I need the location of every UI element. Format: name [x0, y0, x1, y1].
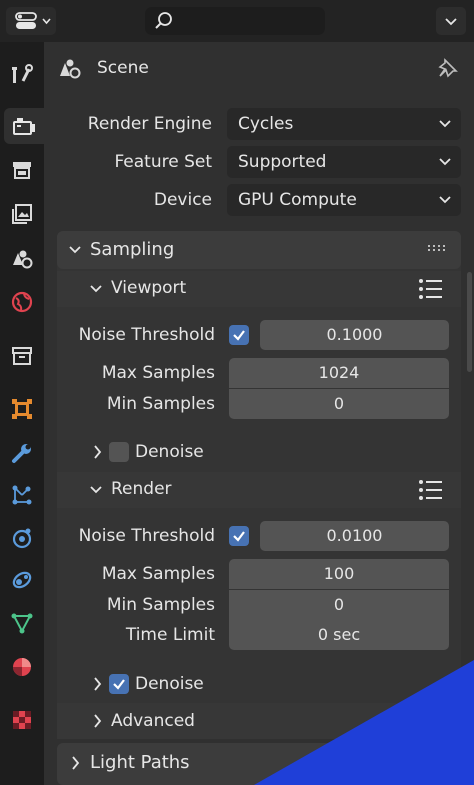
sampling-panel-header[interactable]: Sampling	[57, 231, 461, 269]
viewport-denoise-label: Denoise	[135, 442, 204, 462]
properties-tab-bar	[0, 42, 44, 785]
advanced-title: Advanced	[111, 711, 195, 731]
checkerboard-texture-icon	[13, 711, 31, 729]
render-noise-threshold-label: Noise Threshold	[78, 526, 215, 546]
chevron-right-icon	[72, 756, 80, 770]
feature-set-label: Feature Set	[114, 152, 212, 172]
chevron-right-icon[interactable]	[91, 442, 105, 462]
tab-world[interactable]	[4, 284, 40, 320]
physics-icon	[12, 528, 32, 549]
render-engine-label: Render Engine	[87, 114, 212, 134]
tab-constraints[interactable]	[4, 562, 40, 598]
device-value: GPU Compute	[238, 190, 357, 210]
output-icon	[13, 162, 31, 179]
tab-physics[interactable]	[4, 520, 40, 556]
wrench-icon	[12, 444, 31, 463]
checkmark-icon	[233, 330, 245, 341]
device-dropdown[interactable]: GPU Compute	[227, 184, 461, 216]
device-label: Device	[153, 190, 212, 210]
particles-icon	[12, 485, 32, 505]
viewport-max-samples-label: Max Samples	[101, 363, 215, 383]
tab-collection[interactable]	[4, 338, 40, 374]
viewport-denoise-checkbox[interactable]	[109, 442, 129, 462]
editor-type-icon	[15, 12, 51, 29]
chevron-right-icon	[94, 714, 102, 728]
collection-icon	[12, 347, 32, 365]
scene-icon	[13, 250, 33, 269]
render-icon	[13, 118, 35, 135]
chevron-down-icon	[439, 196, 451, 204]
presets-list-icon[interactable]	[418, 479, 444, 501]
viewport-noise-threshold-label: Noise Threshold	[78, 325, 215, 345]
mesh-data-icon	[11, 613, 33, 634]
viewport-max-samples-field[interactable]: 1024	[229, 358, 449, 388]
checkmark-icon	[233, 531, 245, 542]
render-noise-threshold-field[interactable]: 0.0100	[260, 521, 449, 551]
tab-data[interactable]	[4, 605, 40, 641]
chevron-right-icon[interactable]	[91, 674, 105, 694]
tab-material[interactable]	[4, 649, 40, 685]
feature-set-dropdown[interactable]: Supported	[227, 146, 461, 178]
tool-icon	[12, 64, 33, 83]
search-input[interactable]	[145, 7, 325, 35]
tab-modifiers[interactable]	[4, 435, 40, 471]
tab-tool[interactable]	[4, 56, 40, 92]
chevron-down-icon	[439, 120, 451, 128]
viewport-min-samples-label: Min Samples	[106, 394, 215, 414]
render-max-samples-field[interactable]: 100	[229, 559, 449, 589]
tab-texture[interactable]	[4, 702, 40, 738]
feature-set-value: Supported	[238, 152, 327, 172]
chevron-down-icon	[90, 486, 102, 494]
tab-object[interactable]	[4, 391, 40, 427]
viewport-title: Viewport	[111, 278, 187, 298]
render-engine-dropdown[interactable]: Cycles	[227, 108, 461, 140]
render-denoise-label: Denoise	[135, 674, 204, 694]
render-engine-value: Cycles	[238, 114, 294, 134]
render-noise-threshold-checkbox[interactable]	[229, 526, 249, 546]
viewport-noise-threshold-checkbox[interactable]	[229, 325, 249, 345]
material-icon	[13, 658, 31, 676]
scene-icon	[60, 59, 81, 79]
checkmark-icon	[113, 679, 125, 690]
world-icon	[11, 291, 33, 313]
pin-icon[interactable]	[436, 56, 460, 80]
time-limit-label: Time Limit	[125, 625, 215, 645]
object-icon	[12, 399, 32, 419]
chevron-down-icon	[90, 285, 102, 293]
render-max-samples-label: Max Samples	[101, 564, 215, 584]
tab-output[interactable]	[4, 152, 40, 188]
render-min-samples-label: Min Samples	[106, 595, 215, 615]
render-subpanel-header[interactable]: Render	[57, 472, 461, 508]
corner-overlay-shape	[254, 660, 474, 785]
sampling-title: Sampling	[90, 239, 175, 260]
render-subpanel-title: Render	[111, 479, 172, 499]
tab-view-layer[interactable]	[4, 196, 40, 232]
scrollbar[interactable]	[467, 272, 472, 372]
chevron-down-icon	[69, 246, 81, 254]
viewport-noise-threshold-field[interactable]: 0.1000	[260, 320, 449, 350]
render-min-samples-field[interactable]: 0	[229, 590, 449, 620]
context-title: Scene	[97, 58, 149, 78]
presets-list-icon[interactable]	[418, 278, 444, 300]
render-denoise-checkbox[interactable]	[109, 674, 129, 694]
drag-handle-icon[interactable]	[427, 244, 449, 254]
context-header: Scene	[44, 42, 474, 94]
tab-scene[interactable]	[4, 240, 40, 276]
chevron-down-icon	[445, 18, 457, 26]
viewport-min-samples-field[interactable]: 0	[229, 389, 449, 419]
options-dropdown-button[interactable]	[436, 7, 466, 35]
editor-type-button[interactable]	[6, 7, 56, 35]
tab-particles[interactable]	[4, 477, 40, 513]
time-limit-field[interactable]: 0 sec	[229, 620, 449, 650]
light-paths-title: Light Paths	[90, 752, 190, 773]
view-layer-icon	[12, 204, 32, 224]
viewport-subpanel-header[interactable]: Viewport	[57, 271, 461, 307]
search-icon	[155, 12, 172, 29]
chevron-down-icon	[439, 158, 451, 166]
top-bar	[0, 0, 474, 42]
constraints-icon	[12, 571, 32, 589]
tab-render[interactable]	[4, 108, 44, 144]
